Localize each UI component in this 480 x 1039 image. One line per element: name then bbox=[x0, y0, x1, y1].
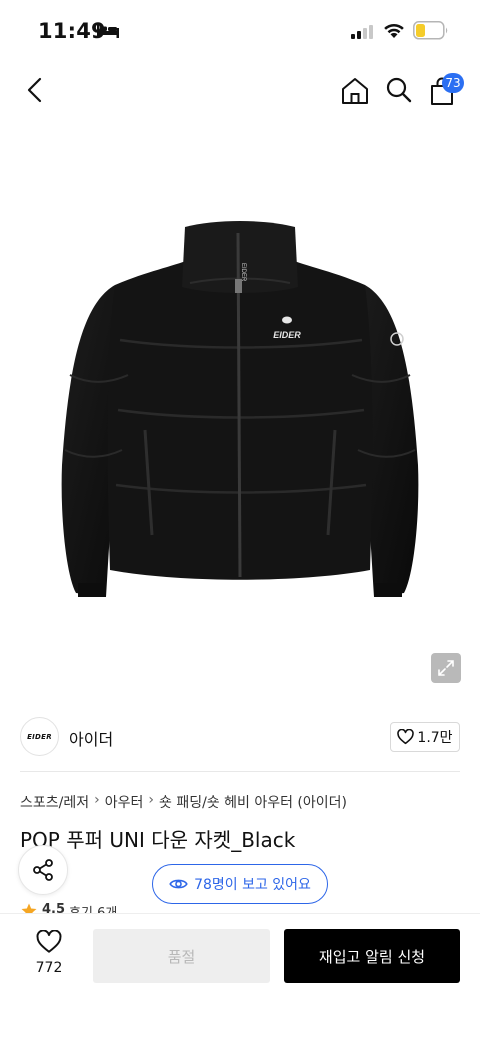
sleep-mode-icon bbox=[97, 24, 119, 38]
eye-icon bbox=[169, 879, 188, 889]
brand-like-button[interactable]: 1.7만 bbox=[390, 722, 460, 752]
brand-logo-text: EIDER bbox=[27, 732, 52, 741]
breadcrumb-item[interactable]: 아우터 bbox=[105, 792, 144, 812]
status-bar: 11:49 bbox=[0, 0, 480, 62]
breadcrumb-item[interactable]: 스포츠/레저 bbox=[20, 792, 89, 812]
divider bbox=[20, 771, 460, 772]
battery-icon bbox=[413, 21, 448, 40]
restock-alert-button[interactable]: 재입고 알림 신청 bbox=[284, 929, 460, 983]
brand-like-count: 1.7만 bbox=[417, 730, 453, 746]
brand-row: EIDER 아이더 1.7만 bbox=[0, 702, 480, 772]
viewers-indicator: 78명이 보고 있어요 bbox=[152, 864, 328, 904]
home-icon[interactable] bbox=[340, 76, 370, 106]
chevron-right-icon: › bbox=[148, 792, 154, 808]
brand-name[interactable]: 아이더 bbox=[69, 726, 113, 750]
chest-logo: EIDER bbox=[273, 330, 301, 340]
wifi-icon bbox=[384, 23, 404, 38]
wishlist-button[interactable]: 772 bbox=[26, 929, 72, 982]
chevron-right-icon: › bbox=[94, 792, 100, 808]
back-icon[interactable] bbox=[22, 76, 50, 104]
product-title: POP 푸퍼 UNI 다운 자켓_Black bbox=[20, 828, 296, 852]
product-image[interactable]: EIDER EIDER bbox=[40, 215, 440, 610]
search-icon[interactable] bbox=[385, 76, 413, 104]
share-icon bbox=[33, 859, 53, 881]
heart-icon bbox=[397, 729, 415, 745]
status-time: 11:49 bbox=[38, 19, 106, 43]
share-button[interactable] bbox=[18, 845, 68, 895]
bottom-action-bar: 772 품절 재입고 알림 신청 bbox=[0, 913, 480, 1039]
collar-logo: EIDER bbox=[240, 263, 246, 282]
breadcrumb-item[interactable]: 숏 패딩/숏 헤비 아우터 (아이더) bbox=[159, 792, 347, 812]
breadcrumb: 스포츠/레저 › 아우터 › 숏 패딩/숏 헤비 아우터 (아이더) bbox=[20, 792, 347, 812]
signal-icon bbox=[351, 25, 373, 39]
viewers-text: 78명이 보고 있어요 bbox=[194, 877, 311, 893]
brand-logo[interactable]: EIDER bbox=[20, 717, 59, 756]
cart-count-badge: 73 bbox=[442, 73, 464, 93]
expand-icon bbox=[438, 660, 454, 676]
wishlist-count: 772 bbox=[35, 960, 63, 976]
expand-image-button[interactable] bbox=[431, 653, 461, 683]
soldout-button: 품절 bbox=[93, 929, 270, 983]
heart-icon bbox=[36, 929, 62, 953]
